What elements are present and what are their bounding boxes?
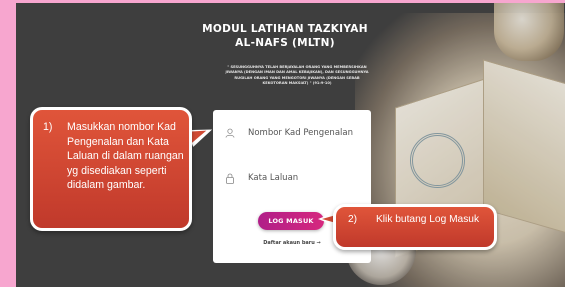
login-button[interactable]: LOG MASUK: [258, 212, 324, 230]
lamp-background-image: [494, 3, 564, 61]
password-field[interactable]: [221, 163, 363, 193]
password-input[interactable]: [248, 173, 358, 183]
instruction-callout-1: 1) Masukkan nombor Kad Pengenalan dan Ka…: [30, 107, 192, 231]
instruction-callout-2: 2) Klik butang Log Masuk: [333, 204, 497, 250]
ic-number-field[interactable]: [221, 118, 363, 148]
callout-2-text: Klik butang Log Masuk: [376, 214, 480, 225]
callout-2-number: 2): [348, 214, 358, 225]
register-link[interactable]: Daftar akaun baru →: [252, 240, 332, 246]
user-icon: [225, 128, 243, 138]
ic-number-input[interactable]: [248, 128, 358, 138]
book-ornament: [410, 133, 465, 188]
lock-icon: [225, 173, 243, 184]
quran-quote: " SESUNGGUHNYA TELAH BERJAYALAH ORANG YA…: [225, 65, 369, 86]
page-title: MODUL LATIHAN TAZKIYAH AL-NAFS (MLTN): [202, 23, 368, 49]
callout-1-number: 1): [43, 121, 53, 133]
callout-1-text: Masukkan nombor Kad Pengenalan dan Kata …: [67, 121, 184, 191]
